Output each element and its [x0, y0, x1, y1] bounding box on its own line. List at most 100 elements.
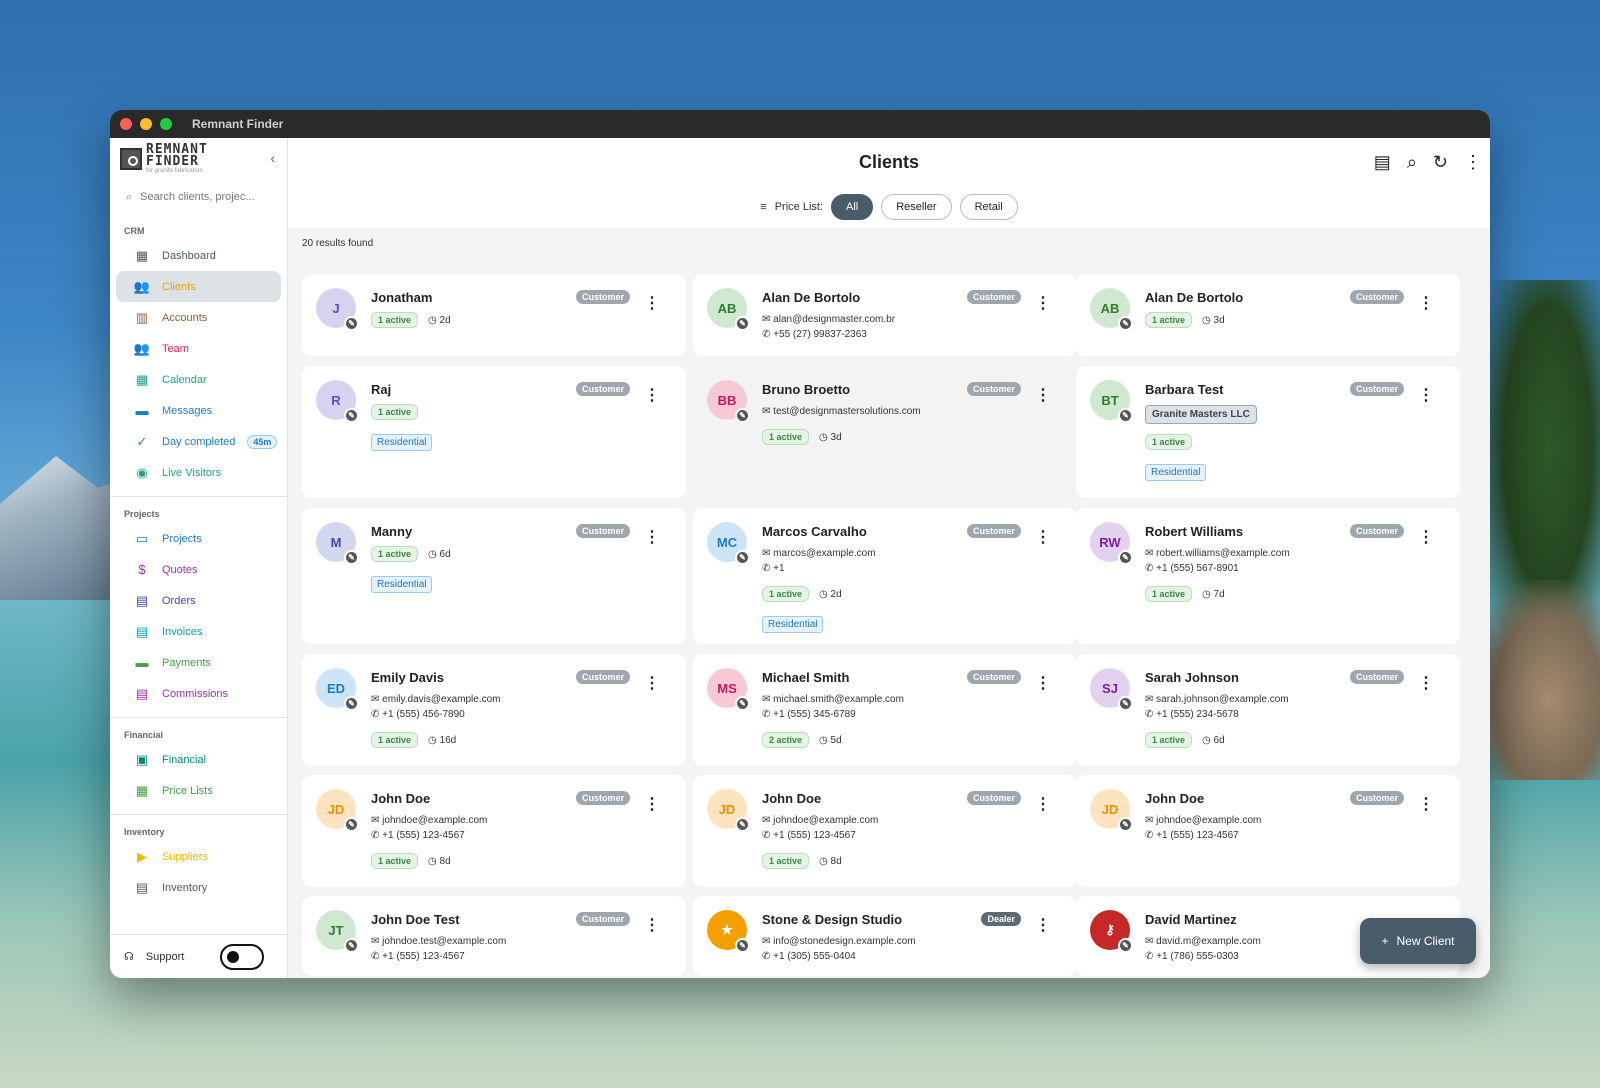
sidebar-item-accounts[interactable]: ▥ Accounts: [116, 302, 281, 333]
client-card[interactable]: BB ✎ Bruno Broetto Customer ⋮ ✉ test@designma…: [693, 366, 1077, 498]
more-options-icon[interactable]: ⋮: [1464, 152, 1482, 173]
edit-icon[interactable]: ✎: [735, 550, 750, 565]
client-card[interactable]: AB ✎ Alan De Bortolo Customer ⋮ 1 active ◷ 3d: [1076, 274, 1460, 356]
close-window-button[interactable]: [120, 118, 132, 130]
more-options-icon[interactable]: ⋮: [1035, 676, 1051, 692]
sidebar-item-payments[interactable]: ▬ Payments: [116, 647, 281, 678]
more-options-icon[interactable]: ⋮: [1035, 918, 1051, 934]
more-options-icon[interactable]: ⋮: [1418, 530, 1434, 546]
client-card[interactable]: ★ ✎ Stone & Design Studio Dealer ⋮ ✉ info@sto…: [693, 896, 1077, 976]
client-name[interactable]: Manny: [371, 524, 412, 539]
edit-icon[interactable]: ✎: [344, 817, 359, 832]
edit-icon[interactable]: ✎: [344, 696, 359, 711]
chip-retail[interactable]: Retail: [959, 194, 1018, 220]
client-card[interactable]: AB ✎ Alan De Bortolo Customer ⋮ ✉ alan@design…: [693, 274, 1077, 356]
chip-reseller[interactable]: Reseller: [881, 194, 952, 220]
client-name[interactable]: Stone & Design Studio: [762, 912, 902, 927]
sidebar-item-clients[interactable]: 👥 Clients: [116, 271, 281, 302]
search-input[interactable]: [140, 191, 261, 203]
client-name[interactable]: John Doe: [1145, 791, 1204, 806]
maximize-window-button[interactable]: [160, 118, 172, 130]
sidebar-item-team[interactable]: 👥 Team: [116, 333, 281, 364]
more-options-icon[interactable]: ⋮: [1035, 296, 1051, 312]
active-projects-badge[interactable]: 1 active: [371, 853, 419, 869]
sidebar-item-suppliers[interactable]: ▶ Suppliers: [116, 841, 281, 872]
more-options-icon[interactable]: ⋮: [1418, 388, 1434, 404]
client-card[interactable]: JD ✎ John Doe Customer ⋮ ✉ johndoe@example.co…: [1076, 775, 1460, 887]
client-card[interactable]: RW ✎ Robert Williams Customer ⋮ ✉ robert.will…: [1076, 508, 1460, 644]
more-options-icon[interactable]: ⋮: [1418, 676, 1434, 692]
edit-icon[interactable]: ✎: [735, 817, 750, 832]
client-name[interactable]: Marcos Carvalho: [762, 524, 867, 539]
view-toggle-icon[interactable]: ▤: [1374, 152, 1391, 173]
minimize-window-button[interactable]: [140, 118, 152, 130]
more-options-icon[interactable]: ⋮: [644, 918, 660, 934]
sidebar-item-day-completed[interactable]: ✓ Day completed 45m: [116, 426, 281, 457]
client-name[interactable]: John Doe Test: [371, 912, 460, 927]
client-name[interactable]: Alan De Bortolo: [762, 290, 860, 305]
client-card[interactable]: MS ✎ Michael Smith Customer ⋮ ✉ michael.smith…: [693, 654, 1077, 766]
client-name[interactable]: John Doe: [762, 791, 821, 806]
edit-icon[interactable]: ✎: [1118, 550, 1133, 565]
client-card[interactable]: M ✎ Manny Customer ⋮ 1 active ◷ 6d Residential: [302, 508, 686, 644]
client-name[interactable]: Jonatham: [371, 290, 432, 305]
new-client-button[interactable]: + New Client: [1360, 918, 1476, 964]
client-name[interactable]: Raj: [371, 382, 391, 397]
more-options-icon[interactable]: ⋮: [644, 296, 660, 312]
edit-icon[interactable]: ✎: [1118, 817, 1133, 832]
edit-icon[interactable]: ✎: [1118, 316, 1133, 331]
collapse-sidebar-icon[interactable]: ‹: [270, 150, 275, 166]
client-name[interactable]: Michael Smith: [762, 670, 849, 685]
active-projects-badge[interactable]: 1 active: [1145, 732, 1193, 748]
client-name[interactable]: Sarah Johnson: [1145, 670, 1239, 685]
edit-icon[interactable]: ✎: [344, 938, 359, 953]
more-options-icon[interactable]: ⋮: [644, 676, 660, 692]
active-projects-badge[interactable]: 1 active: [371, 732, 419, 748]
active-projects-badge[interactable]: 1 active: [762, 586, 810, 602]
edit-icon[interactable]: ✎: [344, 550, 359, 565]
edit-icon[interactable]: ✎: [344, 316, 359, 331]
client-name[interactable]: Emily Davis: [371, 670, 444, 685]
active-projects-badge[interactable]: 1 active: [371, 312, 419, 328]
active-projects-badge[interactable]: 1 active: [762, 853, 810, 869]
edit-icon[interactable]: ✎: [1118, 938, 1133, 953]
more-options-icon[interactable]: ⋮: [1418, 797, 1434, 813]
sidebar-item-projects[interactable]: ▭ Projects: [116, 523, 281, 554]
support-label[interactable]: Support: [146, 951, 185, 963]
sidebar-item-inventory[interactable]: ▤ Inventory: [116, 872, 281, 903]
sidebar-item-messages[interactable]: ▬ Messages: [116, 395, 281, 426]
edit-icon[interactable]: ✎: [735, 408, 750, 423]
client-card[interactable]: SJ ✎ Sarah Johnson Customer ⋮ ✉ sarah.johnson…: [1076, 654, 1460, 766]
sidebar-item-dashboard[interactable]: ▦ Dashboard: [116, 240, 281, 271]
edit-icon[interactable]: ✎: [344, 408, 359, 423]
client-card[interactable]: JT ✎ John Doe Test Customer ⋮ ✉ johndoe.test@…: [302, 896, 686, 976]
client-card[interactable]: R ✎ Raj Customer ⋮ 1 active Residential: [302, 366, 686, 498]
sidebar-item-price-lists[interactable]: ▦ Price Lists: [116, 775, 281, 806]
edit-icon[interactable]: ✎: [735, 316, 750, 331]
client-name[interactable]: Robert Williams: [1145, 524, 1243, 539]
active-projects-badge[interactable]: 2 active: [762, 732, 810, 748]
active-projects-badge[interactable]: 1 active: [1145, 312, 1193, 328]
chip-all[interactable]: All: [831, 194, 874, 220]
client-card[interactable]: ED ✎ Emily Davis Customer ⋮ ✉ emily.davis@exa…: [302, 654, 686, 766]
edit-icon[interactable]: ✎: [1118, 696, 1133, 711]
active-projects-badge[interactable]: 1 active: [1145, 434, 1193, 450]
active-projects-badge[interactable]: 1 active: [762, 429, 810, 445]
sidebar-item-commissions[interactable]: ▤ Commissions: [116, 678, 281, 709]
more-options-icon[interactable]: ⋮: [1035, 797, 1051, 813]
sidebar-item-calendar[interactable]: ▦ Calendar: [116, 364, 281, 395]
company-chip[interactable]: Granite Masters LLC: [1145, 405, 1257, 424]
more-options-icon[interactable]: ⋮: [1035, 530, 1051, 546]
sidebar-item-orders[interactable]: ▤ Orders: [116, 585, 281, 616]
theme-toggle[interactable]: [220, 943, 265, 970]
more-options-icon[interactable]: ⋮: [644, 530, 660, 546]
active-projects-badge[interactable]: 1 active: [371, 404, 419, 420]
client-name[interactable]: Alan De Bortolo: [1145, 290, 1243, 305]
client-card[interactable]: BT ✎ Barbara Test Customer ⋮ Granite Masters …: [1076, 366, 1460, 498]
app-logo[interactable]: REMNANT FINDER for granite fabricators: [110, 138, 287, 180]
client-name[interactable]: Bruno Broetto: [762, 382, 850, 397]
more-options-icon[interactable]: ⋮: [644, 797, 660, 813]
client-card[interactable]: J ✎ Jonatham Customer ⋮ 1 active ◷ 2d: [302, 274, 686, 356]
refresh-icon[interactable]: ↻: [1433, 152, 1448, 173]
client-card[interactable]: JD ✎ John Doe Customer ⋮ ✉ johndoe@example.co…: [693, 775, 1077, 887]
